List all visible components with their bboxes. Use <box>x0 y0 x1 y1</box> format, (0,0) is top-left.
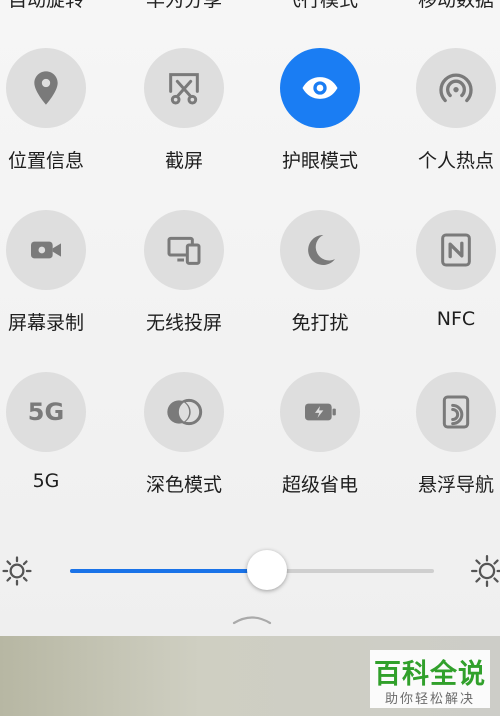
tile-label-mobile-data[interactable]: 移动数据 <box>396 0 500 12</box>
tile-label-huawei-share[interactable]: 华为分享 <box>124 0 244 12</box>
tile-screenshot-button[interactable] <box>144 48 224 128</box>
tile-super-power-saving-button[interactable] <box>280 372 360 452</box>
floating-navigation-icon <box>442 395 470 429</box>
brightness-slider-thumb[interactable] <box>246 550 287 590</box>
tile-wireless-projection-label: 无线投屏 <box>145 312 222 334</box>
tile-hotspot-button[interactable] <box>416 48 496 128</box>
eye-icon <box>302 77 338 99</box>
location-pin-icon <box>34 71 58 105</box>
tile-dark-mode-label: 深色模式 <box>145 474 222 496</box>
watermark-subtitle: 助你轻松解决 <box>384 692 475 707</box>
tile-location-button[interactable] <box>6 48 86 128</box>
brightness-high-icon <box>470 554 500 588</box>
top-row-partial-labels: 自动旋转 华为分享 飞行模式 移动数据 <box>0 0 500 12</box>
watermark-title: 百科全说 <box>374 659 486 690</box>
dark-mode-icon <box>167 398 203 426</box>
tile-floating-navigation-button[interactable] <box>416 372 496 452</box>
tile-hotspot-label: 个人热点 <box>417 150 494 172</box>
battery-bolt-icon <box>305 403 336 421</box>
tile-label-airplane-mode[interactable]: 飞行模式 <box>260 0 380 12</box>
tile-super-power-saving-label: 超级省电 <box>281 474 358 496</box>
hotspot-icon <box>439 73 473 103</box>
tile-nfc-button[interactable] <box>416 210 496 290</box>
tile-label-auto-rotate[interactable]: 自动旋转 <box>0 0 106 12</box>
tile-location-label: 位置信息 <box>7 150 84 172</box>
tile-screen-record-label: 屏幕录制 <box>7 312 84 334</box>
tile-screen-record-button[interactable] <box>6 210 86 290</box>
5g-icon: 5G <box>27 398 65 426</box>
tile-do-not-disturb-button[interactable] <box>280 210 360 290</box>
tile-floating-navigation-label: 悬浮导航 <box>417 474 494 496</box>
wireless-projection-icon <box>167 236 201 265</box>
quick-settings-panel: 自动旋转 华为分享 飞行模式 移动数据 位置信息 截屏 护眼模式 个人热点 屏幕… <box>0 0 500 636</box>
watermark-logo: 百科全说 助你轻松解决 <box>370 650 490 708</box>
nfc-icon <box>441 233 471 267</box>
tile-nfc-label: NFC <box>436 308 476 330</box>
brightness-slider-fill <box>70 569 267 573</box>
tile-do-not-disturb-label: 免打扰 <box>291 312 349 334</box>
tile-5g-button[interactable]: 5G <box>6 372 86 452</box>
collapse-chevron-handle[interactable] <box>230 612 274 626</box>
tile-eye-comfort-label: 护眼模式 <box>281 150 358 172</box>
crescent-moon-icon <box>308 234 335 265</box>
tile-screenshot-label: 截屏 <box>164 150 203 172</box>
tile-wireless-projection-button[interactable] <box>144 210 224 290</box>
screenshot-scissors-icon <box>169 73 199 105</box>
brightness-control <box>0 548 500 594</box>
tile-dark-mode-button[interactable] <box>144 372 224 452</box>
tile-5g-label: 5G <box>32 470 60 492</box>
tile-eye-comfort-button[interactable] <box>280 48 360 128</box>
bottom-background-strip: 百科全说 助你轻松解决 <box>0 636 500 716</box>
brightness-low-icon <box>2 556 32 586</box>
video-camera-icon <box>31 241 61 259</box>
